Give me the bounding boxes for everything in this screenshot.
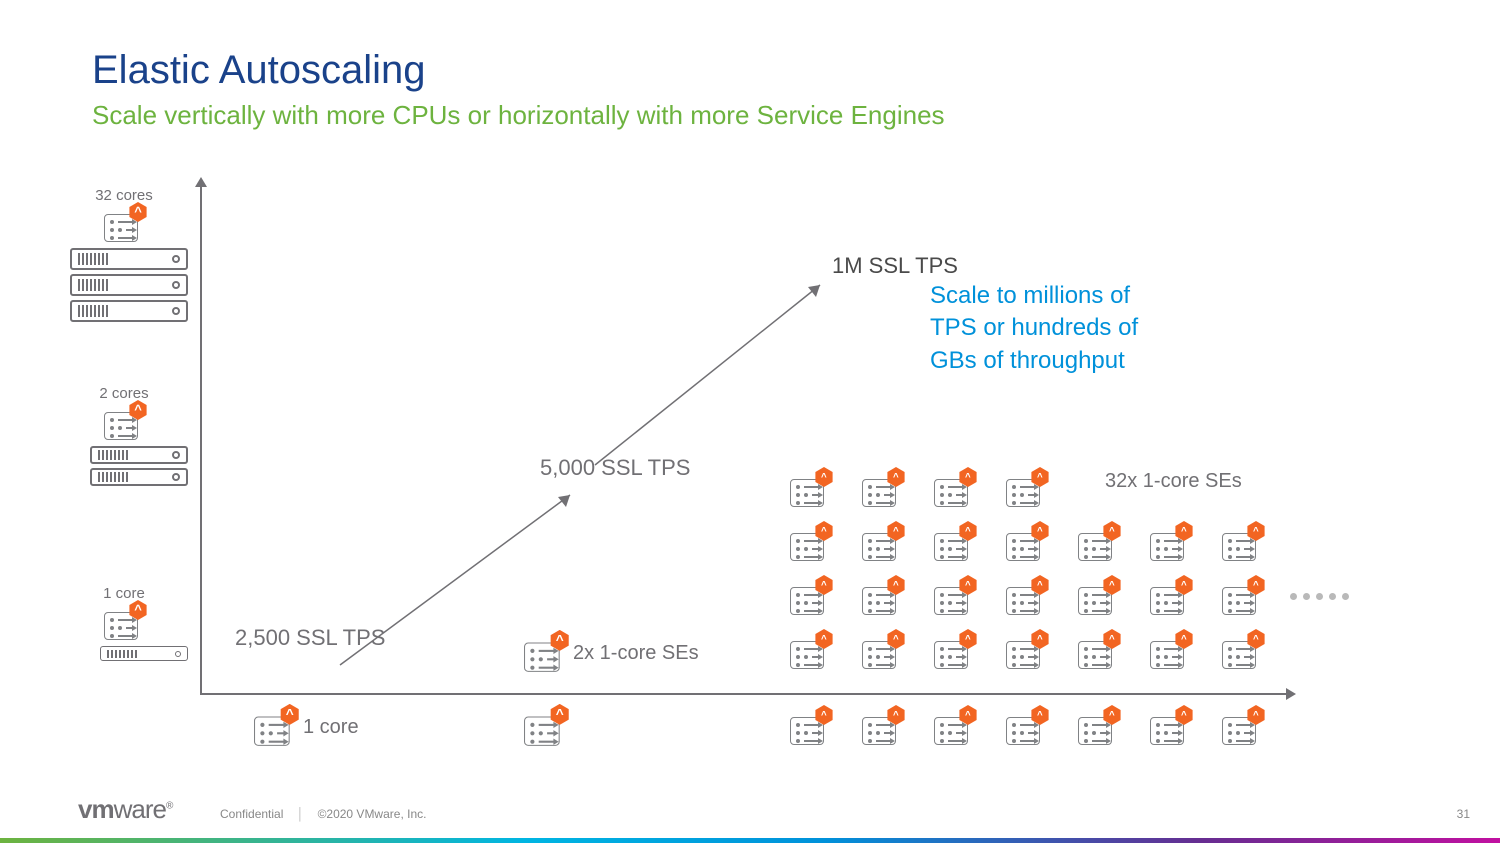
se-icon: ^: [104, 206, 144, 242]
label-32x-se: 32x 1-core SEs: [1105, 470, 1242, 493]
copyright-text: ©2020 VMware, Inc.: [318, 807, 427, 821]
server-unit-icon: [70, 274, 188, 296]
y-tick-label: 2 cores: [60, 385, 188, 402]
x-tick-label: 1 core: [303, 716, 359, 739]
se-icon: ^: [934, 633, 974, 669]
se-icon: ^: [1078, 709, 1118, 745]
se-icon: ^: [790, 579, 830, 615]
label-2500-tps: 2,500 SSL TPS: [235, 625, 385, 651]
y-axis: [200, 185, 202, 695]
se-icon: ^: [934, 579, 974, 615]
callout-line-2: TPS or hundreds of: [930, 312, 1138, 344]
scale-callout: Scale to millions of TPS or hundreds of …: [930, 280, 1138, 377]
se-icon: ^: [862, 633, 902, 669]
callout-line-1: Scale to millions of: [930, 280, 1138, 312]
se-icon: ^: [862, 525, 902, 561]
se-icon: ^: [862, 471, 902, 507]
vmware-logo: vmware®: [78, 794, 172, 825]
x-tick-1-core: ^ 1 core: [255, 709, 359, 745]
se-icon: ^: [934, 709, 974, 745]
se-icon: ^: [1006, 525, 1046, 561]
callout-line-3: GBs of throughput: [930, 345, 1138, 377]
x-axis: [200, 693, 1288, 695]
se-icon: ^: [1006, 709, 1046, 745]
server-unit-icon: [100, 646, 188, 661]
footer-gradient-bar: [0, 838, 1500, 843]
se-icon: ^: [1150, 525, 1190, 561]
server-unit-icon: [90, 468, 188, 486]
slide: Elastic Autoscaling Scale vertically wit…: [0, 0, 1500, 843]
page-number: 31: [1457, 807, 1470, 821]
confidential-text: Confidential: [220, 807, 283, 821]
se-icon: ^: [790, 709, 830, 745]
label-5000-tps: 5,000 SSL TPS: [540, 455, 690, 481]
se-icon: ^: [1150, 633, 1190, 669]
server-unit-icon: [90, 446, 188, 464]
se-icon: ^: [1222, 633, 1262, 669]
server-unit-icon: [70, 248, 188, 270]
se-icon: ^: [934, 525, 974, 561]
se-icon: ^: [1222, 525, 1262, 561]
se-icon: ^: [524, 634, 566, 672]
ellipsis-more-icon: [1290, 593, 1349, 600]
y-tick-2-cores: 2 cores ^: [60, 385, 188, 486]
footer-confidential: Confidential │ ©2020 VMware, Inc.: [220, 807, 426, 821]
se-icon: ^: [934, 471, 974, 507]
slide-subtitle: Scale vertically with more CPUs or horiz…: [92, 100, 945, 131]
se-icon: ^: [1078, 525, 1118, 561]
slide-title: Elastic Autoscaling: [92, 48, 426, 93]
server-unit-icon: [70, 300, 188, 322]
se-icon: ^: [104, 604, 144, 640]
se-icon: ^: [790, 525, 830, 561]
se-icon: ^: [862, 709, 902, 745]
se-icon: ^: [1006, 579, 1046, 615]
se-icon: ^: [790, 471, 830, 507]
x-tick-2se-lower: ^: [525, 709, 565, 745]
y-tick-label: 32 cores: [60, 187, 188, 204]
se-icon: ^: [1078, 579, 1118, 615]
se-grid-row1: ^ ^ ^ ^: [790, 471, 1046, 507]
se-icon: ^: [1222, 579, 1262, 615]
se-icon: ^: [1150, 579, 1190, 615]
se-icon: ^: [1222, 709, 1262, 745]
se-icon: ^: [862, 579, 902, 615]
y-tick-1-core: 1 core ^: [60, 585, 188, 661]
y-tick-32-cores: 32 cores ^: [60, 187, 188, 322]
se-icon: ^: [524, 708, 566, 746]
se-icon: ^: [1078, 633, 1118, 669]
x-tick-2se-upper: ^ 2x 1-core SEs: [525, 635, 699, 671]
se-grid-row5: ^ ^ ^ ^ ^ ^ ^: [790, 709, 1262, 745]
se-icon: ^: [1006, 633, 1046, 669]
y-tick-label: 1 core: [60, 585, 188, 602]
se-icon: ^: [1150, 709, 1190, 745]
label-1m-tps: 1M SSL TPS: [832, 253, 958, 279]
se-icon: ^: [790, 633, 830, 669]
se-icon: ^: [1006, 471, 1046, 507]
se-icon: ^: [104, 404, 144, 440]
se-icon: ^: [254, 708, 296, 746]
se-grid-rows-2-4: ^ ^ ^ ^ ^ ^ ^ ^ ^ ^ ^ ^ ^ ^ ^ ^ ^ ^ ^ ^ …: [790, 525, 1262, 669]
x-tick-label: 2x 1-core SEs: [573, 642, 699, 665]
scaling-chart: 2,500 SSL TPS 5,000 SSL TPS 1M SSL TPS S…: [200, 185, 1290, 705]
